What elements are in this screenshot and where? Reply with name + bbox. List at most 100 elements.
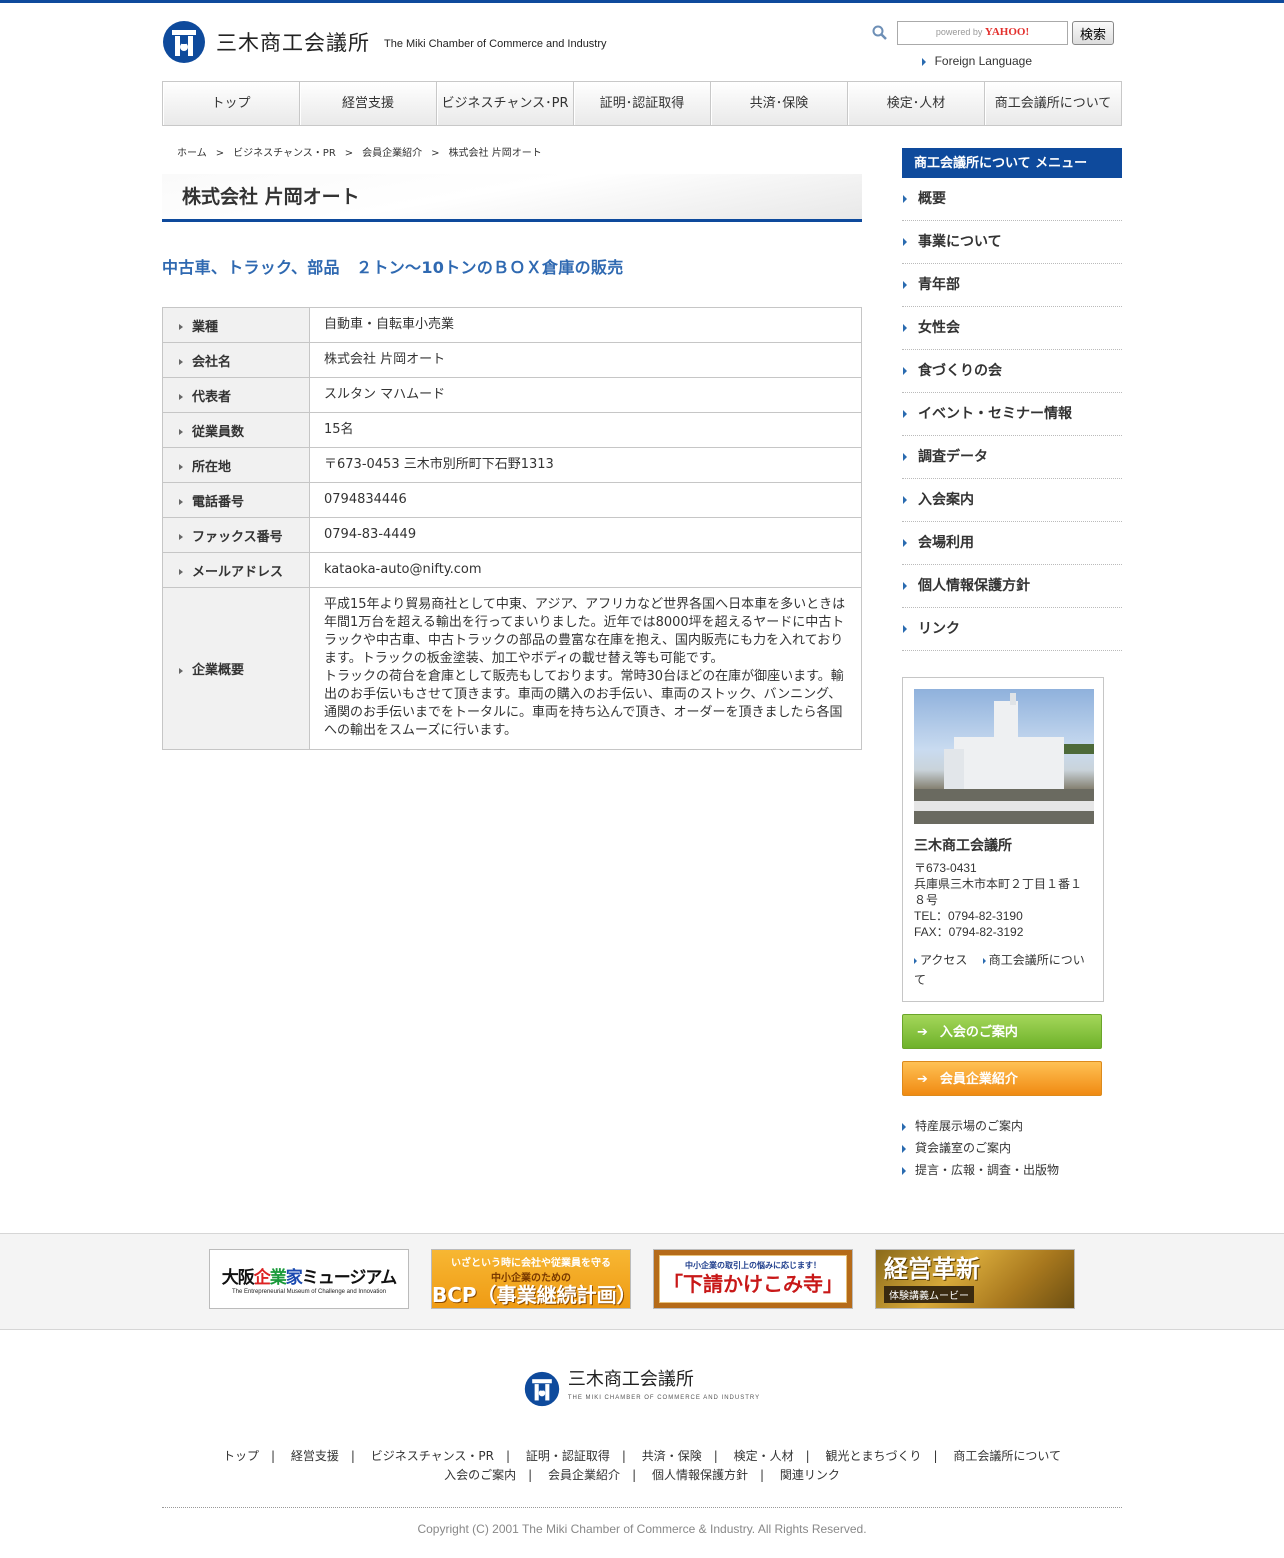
bcp-banner[interactable]: いざという時に会社や従業員を守る 中小企業のための BCP（事業継続計画） [431,1249,631,1309]
row-label: 企業概要 [162,587,310,750]
main-content: ホーム > ビジネスチャンス・PR > 会員企業紹介 > 株式会社 片岡オート 株式会社 片… [162,148,862,1181]
search-powered-text: powered by [935,27,983,37]
search-form: powered by YAHOO! 検索 [871,21,1114,45]
arrow-right-icon [179,667,183,674]
address-value: 〒673-0453 三木市別所町下石野1313 [309,447,862,483]
footer-link-privacy[interactable]: 個人情報保護方針 [652,1468,748,1482]
access-link[interactable]: アクセス [920,953,967,967]
footer-link-members[interactable]: 会員企業紹介 [548,1468,620,1482]
footer-link-business[interactable]: ビジネスチャンス・PR [371,1449,494,1463]
page-title: 株式会社 片岡オート [162,174,862,222]
email-link[interactable]: kataoka-auto@nifty.com [324,562,482,577]
footer-link-insurance[interactable]: 共済・保険 [642,1449,702,1463]
arrow-right-icon [903,496,907,504]
breadcrumb-home[interactable]: ホーム [177,148,207,159]
banner-band: 大阪企業家ミュージアム The Entrepreneurial Museum o… [0,1233,1284,1330]
meeting-room-link[interactable]: 貸会議室のご案内 [915,1141,1011,1155]
arrow-right-icon [903,367,907,375]
footer-divider [162,1507,1122,1508]
subcontract-consult-banner[interactable]: 中小企業の取引上の悩みに応じます！ 「下請かけこみ寺」 [653,1249,853,1309]
nav-top[interactable]: トップ [163,82,300,125]
office-address: 兵庫県三木市本町２丁目１番１８号 [914,877,1083,907]
footer-link-about[interactable]: 商工会議所について [953,1449,1061,1463]
footer-link-certification[interactable]: 証明・認証取得 [526,1449,610,1463]
nav-about[interactable]: 商工会議所について [985,82,1121,125]
footer-link-related[interactable]: 関連リンク [780,1468,840,1482]
sidebar-item-venue[interactable]: 会場利用 [902,522,1122,565]
table-row: 所在地 〒673-0453 三木市別所町下石野1313 [162,447,862,483]
arrow-right-icon [921,57,926,66]
sidebar: 商工会議所について メニュー 概要 事業について 青年部 女性会 食づくりの会 … [902,148,1122,1181]
sidebar-item-privacy[interactable]: 個人情報保護方針 [902,565,1122,608]
office-name: 三木商工会議所 [914,838,1012,854]
search-button[interactable]: 検索 [1072,21,1114,45]
arrow-right-icon: ➔ [917,1072,928,1087]
arrow-right-icon [982,957,986,964]
arrow-right-icon [903,625,907,633]
footer-link-management[interactable]: 経営支援 [291,1449,339,1463]
publications-link[interactable]: 提言・広報・調査・出版物 [915,1163,1059,1177]
phone-value: 0794834446 [309,482,862,518]
nav-certification[interactable]: 証明･認証取得 [574,82,711,125]
chamber-logo-icon [524,1371,560,1407]
arrow-right-icon [179,324,183,330]
arrow-right-icon [902,1122,906,1131]
arrow-right-icon [903,453,907,461]
arrow-right-icon [179,569,183,575]
arrow-right-icon [179,534,183,540]
breadcrumb-members[interactable]: 会員企業紹介 [362,148,422,159]
industry-value: 自動車・自転車小売業 [309,307,862,343]
table-row: 会社名 株式会社 片岡オート [162,342,862,378]
breadcrumb-business[interactable]: ビジネスチャンス・PR [233,148,336,159]
footer-logo[interactable]: 三木商工会議所 THE MIKI CHAMBER OF COMMERCE AND… [524,1371,760,1407]
sidebar-item-youth[interactable]: 青年部 [902,264,1122,307]
office-postal: 〒673-0431 [914,861,977,875]
row-label: 所在地 [162,447,310,483]
footer-link-top[interactable]: トップ [223,1449,259,1463]
sidebar-item-projects[interactable]: 事業について [902,221,1122,264]
table-row: 業種 自動車・自転車小売業 [162,307,862,343]
arrow-right-icon [903,539,907,547]
sidebar-item-food[interactable]: 食づくりの会 [902,350,1122,393]
lead-heading: 中古車、トラック、部品 ２トン～10トンのＢＯＸ倉庫の販売 [162,258,624,277]
row-label: 電話番号 [162,482,310,518]
nav-management-support[interactable]: 経営支援 [300,82,437,125]
copyright: Copyright (C) 2001 The Miki Chamber of C… [417,1522,867,1536]
sidebar-item-membership[interactable]: 入会案内 [902,479,1122,522]
table-row: メールアドレス kataoka-auto@nifty.com [162,552,862,588]
table-row: 従業員数 15名 [162,412,862,448]
sidebar-item-women[interactable]: 女性会 [902,307,1122,350]
search-input[interactable]: powered by YAHOO! [897,21,1068,45]
search-icon [872,25,887,40]
sidebar-item-links[interactable]: リンク [902,608,1122,651]
footer-link-exams[interactable]: 検定・人材 [734,1449,794,1463]
footer-link-tourism[interactable]: 観光とまちづくり [826,1449,922,1463]
row-label: ファックス番号 [162,517,310,553]
arrow-right-icon [903,281,907,289]
sidebar-item-survey[interactable]: 調査データ [902,436,1122,479]
foreign-language-link[interactable]: Foreign Language [921,54,1032,68]
arrow-right-icon [903,410,907,418]
yahoo-logo: YAHOO! [984,26,1030,38]
arrow-right-icon [179,359,183,365]
sidebar-item-events[interactable]: イベント・セミナー情報 [902,393,1122,436]
nav-insurance[interactable]: 共済･保険 [711,82,848,125]
sidebar-item-overview[interactable]: 概要 [902,178,1122,221]
chamber-logo-icon [163,21,205,63]
arrow-right-icon [179,464,183,470]
nav-exams[interactable]: 検定･人材 [848,82,985,125]
site-logo[interactable]: 三木商工会議所 The Miki Chamber of Commerce and… [162,20,607,64]
footer-link-join[interactable]: 入会のご案内 [444,1468,516,1482]
row-label: メールアドレス [162,552,310,588]
osaka-museum-banner[interactable]: 大阪企業家ミュージアム The Entrepreneurial Museum o… [209,1249,409,1309]
join-guide-button[interactable]: ➔ 入会のご案内 [902,1014,1102,1049]
office-info-box: 三木商工会議所 〒673-0431 兵庫県三木市本町２丁目１番１８号 TEL：0… [902,677,1104,1002]
row-label: 従業員数 [162,412,310,448]
special-products-link[interactable]: 特産展示場のご案内 [915,1119,1023,1133]
member-companies-button[interactable]: ➔ 会員企業紹介 [902,1061,1102,1096]
arrow-right-icon [179,394,183,400]
nav-business-chance[interactable]: ビジネスチャンス･PR [437,82,574,125]
management-innovation-banner[interactable]: 経営革新 体験講義ムービー [875,1249,1075,1309]
overview-value: 平成15年より貿易商社として中東、アジア、アフリカなど世界各国へ日本車を多いとき… [309,587,862,750]
table-row: ファックス番号 0794-83-4449 [162,517,862,553]
